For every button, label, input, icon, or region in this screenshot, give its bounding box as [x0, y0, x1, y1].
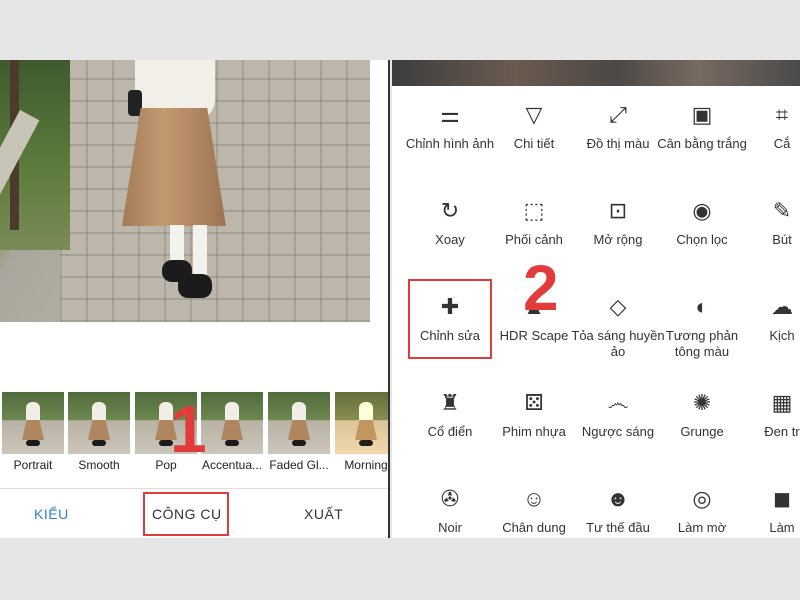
filter-item[interactable]: Accentua...	[201, 392, 263, 472]
step-number-1: 1	[170, 392, 207, 466]
tool-label: Bút	[772, 232, 792, 247]
tool-label: Làm	[769, 520, 795, 535]
filter-thumbnail	[68, 392, 130, 454]
tool-label: Kịch	[769, 328, 795, 343]
filter-thumbnail	[335, 392, 388, 454]
crop-icon: ⌗	[775, 102, 789, 127]
cloud-icon: ☁	[771, 294, 793, 319]
tools-tab-highlight-box	[143, 492, 229, 536]
filter-label: Portrait	[13, 458, 53, 472]
vignette-icon: ◼	[772, 486, 792, 511]
filter-thumbnail	[201, 392, 263, 454]
tool-item[interactable]: ✎ Bút	[732, 196, 800, 248]
tool-label: Đen tr	[764, 424, 800, 439]
tool-item[interactable]: ☁ Kịch	[732, 292, 800, 344]
photo-preview-strip	[392, 60, 800, 86]
filter-item[interactable]: Portrait	[2, 392, 64, 472]
brush-icon: ✎	[772, 198, 792, 223]
filter-thumbnail	[268, 392, 330, 454]
filter-label: Accentua...	[201, 458, 263, 472]
filter-thumbnail	[2, 392, 64, 454]
healing-tool-highlight-box	[408, 279, 492, 359]
filter-item[interactable]: Faded Gl...	[268, 392, 330, 472]
image-icon: ▦	[771, 390, 793, 415]
tab-export[interactable]: XUẤT	[304, 489, 343, 538]
step-number-2: 2	[523, 252, 559, 324]
tool-item[interactable]: ▦ Đen tr	[732, 388, 800, 440]
filter-item[interactable]: Morning	[335, 392, 388, 472]
tool-item[interactable]: ◼ Làm	[732, 484, 800, 536]
filter-label: Faded Gl...	[269, 458, 329, 472]
tab-styles[interactable]: KIỂU	[34, 489, 69, 538]
tool-label: Cắ	[773, 136, 791, 151]
filter-label: Morning	[344, 458, 388, 472]
left-panel: Portrait Smooth Pop Accentua... Faded Gl... M…	[0, 60, 390, 538]
filter-item[interactable]: Smooth	[68, 392, 130, 472]
photo-preview	[0, 60, 370, 322]
tool-item[interactable]: ⌗ Cắ	[732, 100, 800, 152]
filter-label: Smooth	[78, 458, 120, 472]
